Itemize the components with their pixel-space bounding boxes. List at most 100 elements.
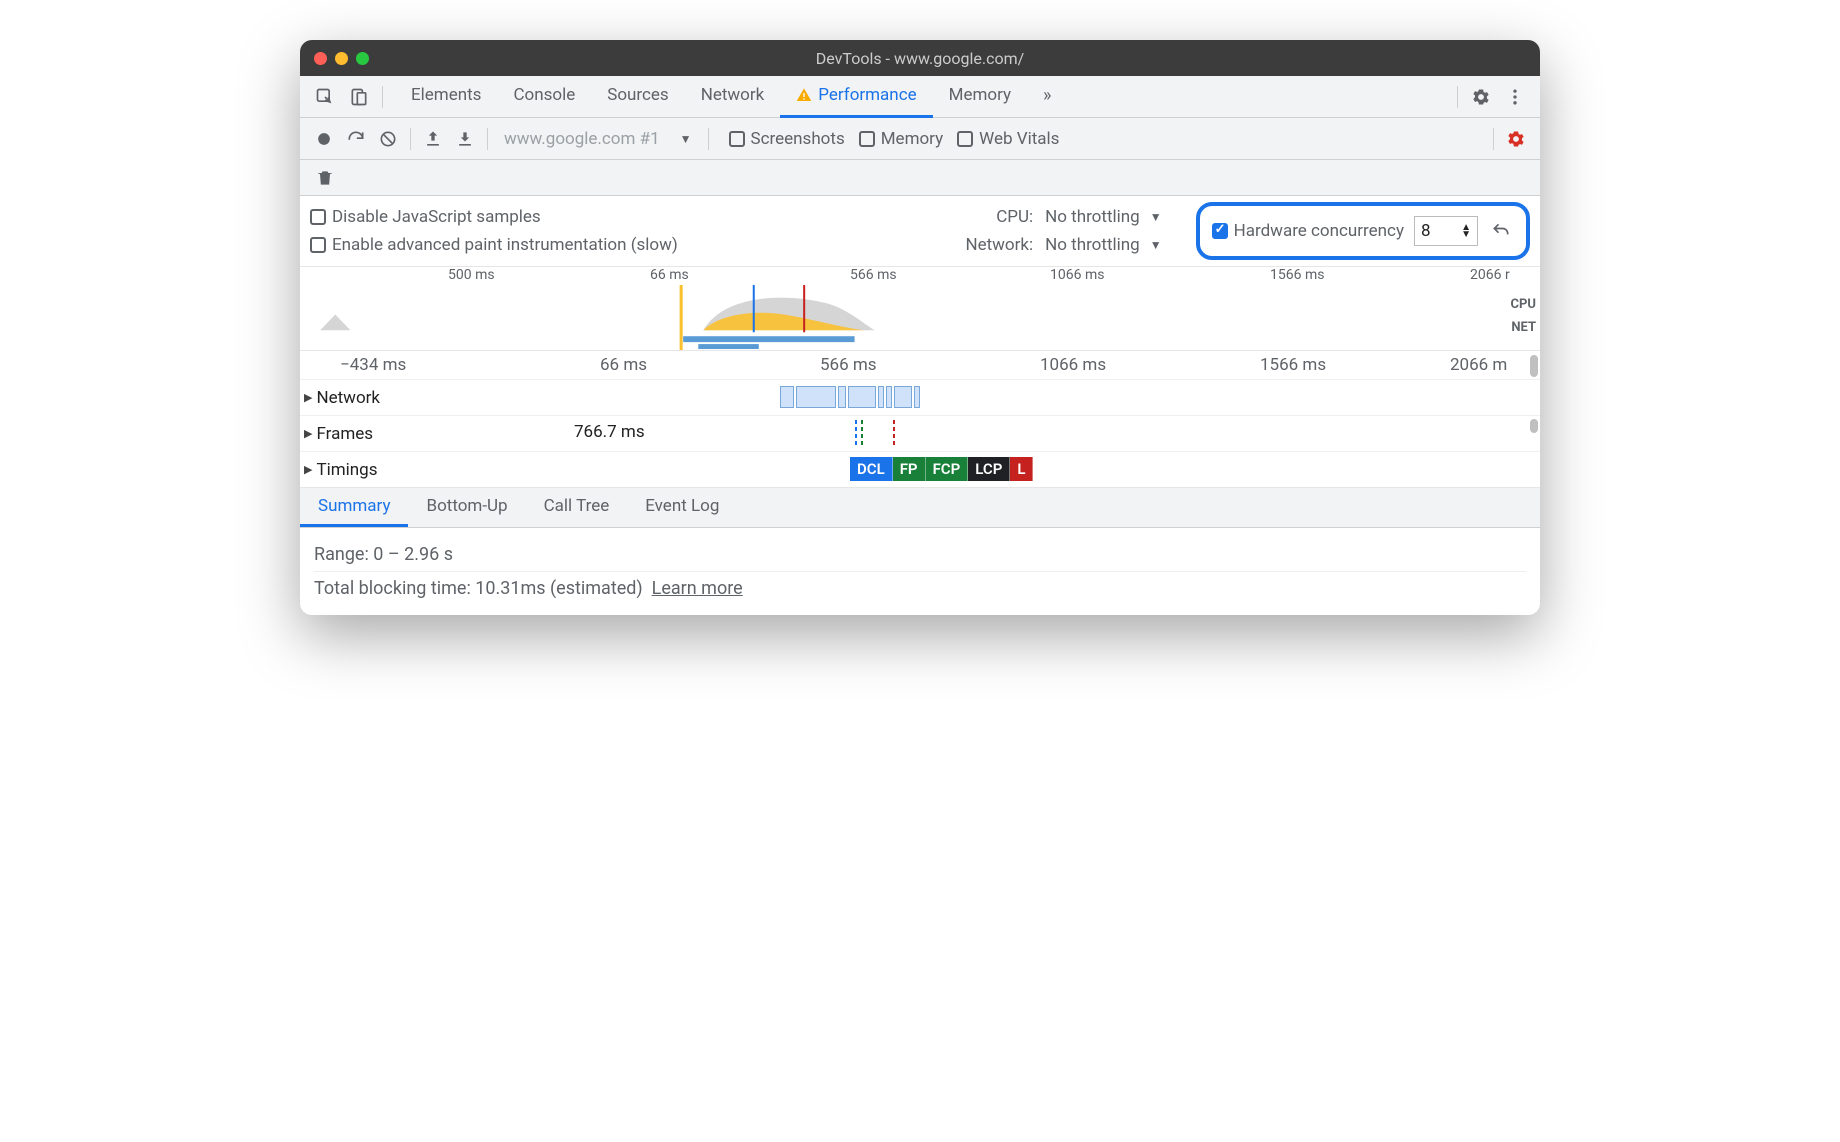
checkbox-icon [310,237,326,253]
network-label: Network: [943,235,1033,255]
web-vitals-checkbox[interactable]: Web Vitals [957,129,1059,149]
tab-performance[interactable]: Performance [780,76,932,118]
capture-settings-gear-icon[interactable] [1500,122,1532,156]
chevron-down-icon: ▼ [680,132,692,146]
hardware-concurrency-input[interactable]: 8 ▲▼ [1414,216,1478,246]
divider [382,86,383,108]
tab-bottom-up[interactable]: Bottom-Up [408,488,525,527]
summary-body: Range: 0 – 2.96 s Total blocking time: 1… [300,528,1540,615]
scrollbar-thumb[interactable] [1530,419,1538,433]
chevron-down-icon: ▼ [1150,210,1162,224]
hardware-concurrency-checkbox[interactable]: Hardware concurrency [1212,221,1404,241]
tab-console[interactable]: Console [497,76,591,118]
divider [487,128,488,150]
cpu-label: CPU: [943,207,1033,227]
panel-tabs: Elements Console Sources Network Perform… [395,76,1451,118]
hardware-concurrency-label: Hardware concurrency [1234,221,1404,241]
network-track[interactable]: ▶ Network [300,379,1540,415]
cpu-throttling-select[interactable]: No throttling ▼ [1045,207,1161,227]
recording-select[interactable]: www.google.com #1 ▼ [494,129,702,149]
timeline-tick: 66 ms [600,355,647,375]
frames-track-label: ▶ Frames [300,424,410,444]
main-timeline[interactable]: −434 ms 66 ms 566 ms 1066 ms 1566 ms 206… [300,351,1540,488]
overview-strip[interactable]: 500 ms 66 ms 566 ms 1066 ms 1566 ms 2066… [300,267,1540,351]
network-throttling-value: No throttling [1045,235,1140,255]
tab-elements[interactable]: Elements [395,76,497,118]
divider [1493,128,1494,150]
timings-track[interactable]: ▶ Timings DCL FP FCP LCP L [300,451,1540,487]
checkbox-checked-icon [1212,223,1228,239]
timeline-tick: 1066 ms [1040,355,1106,375]
record-button-icon[interactable] [308,122,340,156]
tab-memory[interactable]: Memory [933,76,1027,118]
disable-js-samples-checkbox[interactable]: Disable JavaScript samples [310,207,678,227]
learn-more-link[interactable]: Learn more [652,578,743,599]
enable-paint-instr-checkbox[interactable]: Enable advanced paint instrumentation (s… [310,235,678,255]
titlebar: DevTools - www.google.com/ [300,40,1540,76]
overview-tick: 566 ms [850,267,897,283]
checkbox-icon [729,131,745,147]
overview-tick: 66 ms [650,267,689,283]
divider [1457,86,1458,108]
trash-icon[interactable] [308,161,342,195]
inspect-element-icon[interactable] [308,80,342,114]
kebab-menu-icon[interactable] [1498,80,1532,114]
l-badge: L [1010,457,1033,481]
tab-network[interactable]: Network [685,76,781,118]
reload-icon[interactable] [340,122,372,156]
trash-row [300,160,1540,196]
overview-tick: 1066 ms [1050,267,1104,283]
overview-tick: 500 ms [448,267,495,283]
memory-checkbox[interactable]: Memory [859,129,943,149]
web-vitals-label: Web Vitals [979,129,1059,149]
more-tabs-button[interactable]: » [1027,76,1067,118]
tab-call-tree[interactable]: Call Tree [526,488,628,527]
chevron-down-icon: ▼ [1150,238,1162,252]
tab-summary[interactable]: Summary [300,488,408,527]
network-blocks [780,386,920,408]
detail-tabs: Summary Bottom-Up Call Tree Event Log [300,488,1540,528]
timeline-tick: −434 ms [340,355,406,375]
disable-js-samples-label: Disable JavaScript samples [332,207,541,227]
download-icon[interactable] [449,122,481,156]
overview-net-label: NET [1511,320,1536,335]
upload-icon[interactable] [417,122,449,156]
frames-track[interactable]: ▶ Frames 766.7 ms [300,415,1540,451]
number-stepper-icon[interactable]: ▲▼ [1461,224,1471,238]
timeline-tick: 566 ms [820,355,877,375]
network-throttling-select[interactable]: No throttling ▼ [1045,235,1161,255]
lcp-badge: LCP [968,457,1010,481]
tab-event-log[interactable]: Event Log [627,488,737,527]
scrollbar-thumb[interactable] [1530,355,1538,377]
settings-gear-icon[interactable] [1464,80,1498,114]
summary-tbt-row: Total blocking time: 10.31ms (estimated)… [314,571,1526,605]
overview-side-labels: CPU NET [1511,297,1536,343]
cpu-throttling-value: No throttling [1045,207,1140,227]
clear-icon[interactable] [372,122,404,156]
tab-sources[interactable]: Sources [591,76,684,118]
device-toolbar-icon[interactable] [342,80,376,114]
window-title: DevTools - www.google.com/ [300,49,1540,68]
memory-label: Memory [881,129,943,149]
hardware-concurrency-highlight: Hardware concurrency 8 ▲▼ [1196,202,1530,260]
screenshots-label: Screenshots [751,129,845,149]
fcp-badge: FCP [926,457,969,481]
dcl-badge: DCL [850,457,893,481]
undo-icon[interactable] [1488,214,1514,248]
checkbox-icon [957,131,973,147]
capture-settings-row: Disable JavaScript samples Enable advanc… [300,196,1540,267]
tab-performance-label: Performance [818,85,916,105]
checkbox-icon [859,131,875,147]
timeline-ticks: −434 ms 66 ms 566 ms 1066 ms 1566 ms 206… [300,351,1540,379]
screenshots-checkbox[interactable]: Screenshots [729,129,845,149]
expand-triangle-icon[interactable]: ▶ [304,427,312,440]
timeline-tick: 1566 ms [1260,355,1326,375]
overview-tick: 1566 ms [1270,267,1324,283]
expand-triangle-icon[interactable]: ▶ [304,391,312,404]
expand-triangle-icon[interactable]: ▶ [304,463,312,476]
overview-graph [300,285,1510,350]
performance-toolbar: www.google.com #1 ▼ Screenshots Memory W… [300,118,1540,160]
summary-tbt: Total blocking time: 10.31ms (estimated) [314,578,643,599]
divider [410,128,411,150]
overview-cpu-label: CPU [1511,297,1536,312]
